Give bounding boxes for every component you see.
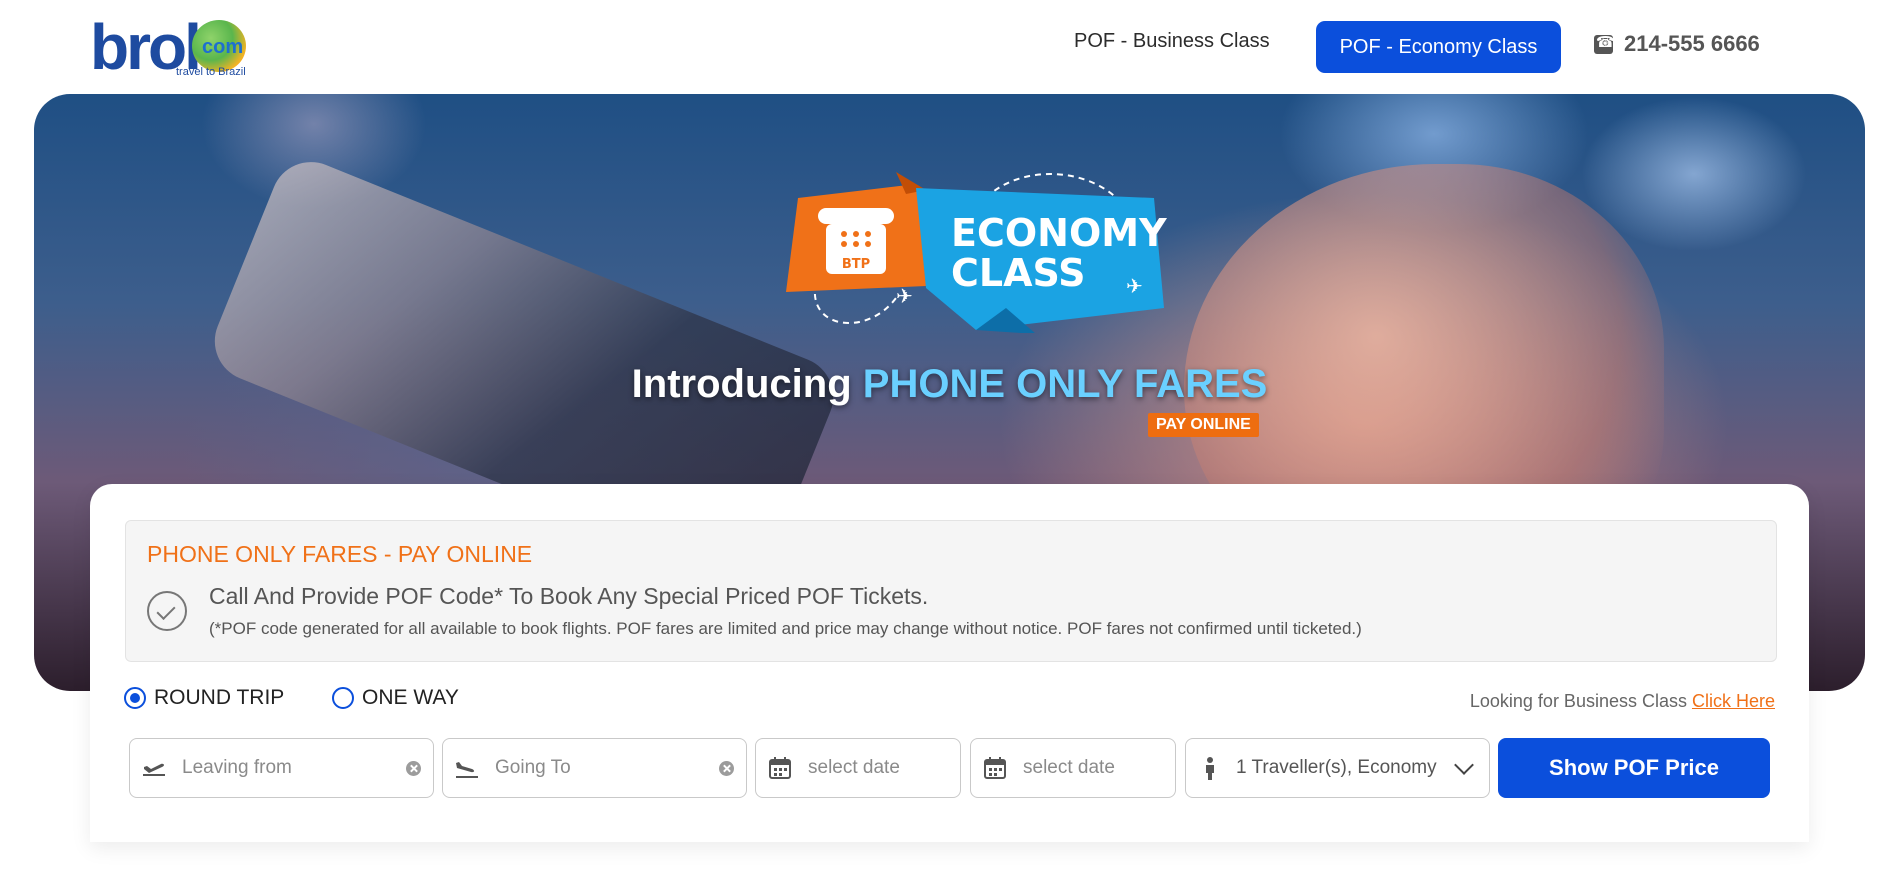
plane-takeoff-icon (140, 754, 168, 782)
depart-date-input[interactable] (806, 756, 960, 780)
business-click-here-link[interactable]: Click Here (1692, 691, 1775, 711)
business-prompt-text: Looking for Business Class (1469, 691, 1687, 711)
person-icon (1196, 754, 1224, 782)
calendar-icon (766, 754, 794, 782)
going-to-field[interactable] (442, 738, 747, 798)
badge-line-1: ECONOMY (951, 211, 1167, 255)
nav-business-class[interactable]: POF - Business Class (1074, 30, 1270, 53)
pay-online-tag: PAY ONLINE (1148, 413, 1259, 437)
show-pof-price-button[interactable]: Show POF Price (1498, 738, 1770, 798)
going-to-input[interactable] (493, 756, 719, 780)
check-circle-icon (147, 591, 187, 631)
site-header: brol com travel to Brazil POF - Business… (0, 0, 1899, 94)
badge-logo-text: BTP (842, 257, 870, 272)
one-way-label: ONE WAY (362, 686, 459, 709)
phone-icon (1594, 33, 1615, 54)
clear-leaving-icon[interactable] (406, 760, 421, 776)
travellers-value: 1 Traveller(s), Economy (1236, 757, 1437, 778)
notice-disclaimer: (*POF code generated for all available t… (209, 619, 1362, 638)
calendar-icon (981, 754, 1009, 782)
header-phone[interactable]: 214-555 6666 (1594, 31, 1760, 57)
depart-date-field[interactable] (755, 738, 961, 798)
brol-logo[interactable]: brol com travel to Brazil (90, 11, 260, 83)
return-date-field[interactable] (970, 738, 1176, 798)
headline-intro: Introducing (631, 362, 852, 406)
round-trip-label: ROUND TRIP (154, 686, 285, 709)
phone-number[interactable]: 214-555 6666 (1624, 31, 1760, 57)
svg-text:✈: ✈ (1126, 274, 1143, 298)
trip-type-one-way[interactable]: ONE WAY (332, 686, 459, 710)
pof-notice: PHONE ONLY FARES - PAY ONLINE Call And P… (125, 520, 1777, 662)
logo-tagline: travel to Brazil (176, 66, 246, 78)
notice-title: PHONE ONLY FARES - PAY ONLINE (147, 541, 533, 567)
chevron-down-icon[interactable] (1454, 755, 1474, 775)
svg-text:✈: ✈ (896, 284, 913, 308)
business-class-prompt: Looking for Business Class Click Here (1470, 691, 1775, 712)
notice-main-text: Call And Provide POF Code* To Book Any S… (209, 583, 929, 609)
booking-card: PHONE ONLY FARES - PAY ONLINE Call And P… (90, 484, 1809, 842)
return-date-input[interactable] (1021, 756, 1175, 780)
economy-class-badge: BTP ✈ ✈ ECONOMY CLASS (786, 172, 1167, 333)
radio-round-trip[interactable] (124, 687, 146, 709)
plane-landing-icon (453, 754, 481, 782)
trip-type-round[interactable]: ROUND TRIP (124, 686, 284, 710)
leaving-from-field[interactable] (129, 738, 434, 798)
headline-highlight: PHONE ONLY FARES (862, 362, 1268, 406)
clear-going-icon[interactable] (719, 760, 734, 776)
leaving-from-input[interactable] (180, 756, 406, 780)
hero-headline: Introducing PHONE ONLY FARES (34, 362, 1865, 407)
badge-line-2: CLASS (951, 251, 1086, 295)
radio-one-way[interactable] (332, 687, 354, 709)
logo-com: com (202, 36, 244, 58)
travellers-select[interactable]: 1 Traveller(s), Economy (1185, 738, 1490, 798)
nav-economy-class[interactable]: POF - Economy Class (1316, 21, 1561, 73)
